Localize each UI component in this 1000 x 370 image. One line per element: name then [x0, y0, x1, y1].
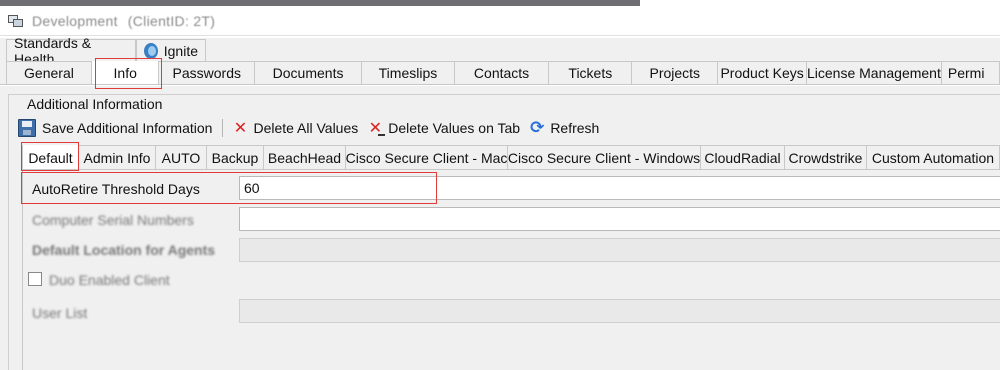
tab-label: BeachHead	[267, 149, 342, 166]
tab-documents[interactable]: Documents	[255, 61, 363, 84]
tab-label: Info	[113, 65, 137, 81]
sub-tab-row: Default Admin Info AUTO Backup BeachHead…	[22, 145, 1000, 170]
window-title-name: Development	[32, 12, 118, 29]
title-bar: Development (ClientID: 2T)	[0, 6, 1000, 36]
autoretire-value: 60	[244, 180, 260, 196]
tab-label: Passwords	[172, 65, 241, 81]
user-list-label: User List	[32, 305, 88, 321]
tab-default[interactable]: Default	[22, 145, 79, 169]
tab-cisco-windows[interactable]: Cisco Secure Client - Windows	[508, 145, 701, 169]
autoretire-threshold-input[interactable]: 60	[239, 176, 1000, 200]
group-label: Additional Information	[25, 96, 165, 112]
tab-label: Timeslips	[378, 65, 438, 81]
tab-passwords[interactable]: Passwords	[159, 61, 256, 84]
delete-icon: ✕	[233, 120, 248, 137]
tab-label: AUTO	[161, 149, 201, 166]
refresh-label: Refresh	[550, 120, 600, 136]
tab-standards-health[interactable]: Standards & Health	[6, 35, 136, 67]
delete-tab-icon: ✕	[368, 120, 386, 137]
tab-permissions[interactable]: Permi	[941, 61, 1000, 84]
tab-label: Default	[28, 149, 73, 166]
save-icon	[18, 119, 36, 137]
tab-tickets[interactable]: Tickets	[549, 61, 633, 84]
tab-timeslips[interactable]: Timeslips	[362, 61, 455, 84]
tab-cloudradial[interactable]: CloudRadial	[701, 145, 785, 169]
duo-enabled-label: Duo Enabled Client	[49, 272, 170, 288]
tab-label: Documents	[272, 65, 344, 81]
window-title: Development (ClientID: 2T)	[32, 13, 215, 29]
globe-icon	[144, 42, 158, 59]
delete-values-on-tab-button[interactable]: ✕ Delete Values on Tab	[368, 118, 521, 138]
tab-admin-info[interactable]: Admin Info	[79, 145, 156, 169]
serial-numbers-input[interactable]	[239, 207, 1000, 231]
tab-label: Backup	[211, 149, 259, 166]
window-client-id: (ClientID: 2T)	[127, 12, 216, 29]
tab-product-keys[interactable]: Product Keys	[718, 61, 807, 84]
user-list-input[interactable]	[239, 299, 1000, 323]
tab-label: Permi	[947, 65, 985, 81]
tab-ignite[interactable]: Ignite	[136, 39, 206, 61]
tab-label: Cisco Secure Client - Windows	[507, 149, 701, 166]
form-panel: AutoRetire Threshold Days 60 Computer Se…	[22, 171, 1000, 370]
refresh-icon: ⟳	[530, 118, 545, 137]
autoretire-label: AutoRetire Threshold Days	[32, 181, 200, 197]
tab-label: Admin Info	[83, 149, 151, 166]
tab-label: Tickets	[568, 65, 613, 81]
delete-tab-label: Delete Values on Tab	[388, 120, 521, 136]
tab-info[interactable]: Info	[91, 61, 160, 84]
default-location-select[interactable]	[239, 238, 1000, 262]
tab-projects[interactable]: Projects	[632, 61, 719, 84]
tab-label: Ignite	[163, 42, 198, 59]
refresh-button[interactable]: ⟳ Refresh	[530, 118, 599, 138]
tab-general[interactable]: General	[6, 61, 92, 84]
tab-label: Custom Automation	[871, 149, 995, 166]
serial-numbers-label: Computer Serial Numbers	[32, 212, 194, 228]
tab-label: CloudRadial	[704, 149, 781, 166]
toolbar: Save Additional Information ✕ Delete All…	[18, 117, 609, 139]
save-additional-info-button[interactable]: Save Additional Information	[18, 119, 212, 137]
delete-all-values-button[interactable]: ✕ Delete All Values	[233, 118, 359, 138]
computer-icon	[8, 13, 24, 29]
tab-label: Crowdstrike	[788, 149, 863, 166]
duo-enabled-checkbox[interactable]	[28, 272, 42, 286]
tab-label: Projects	[649, 65, 701, 81]
tab-license-management[interactable]: License Management	[807, 61, 942, 84]
main-tab-row: General Info Passwords Documents Timesli…	[0, 61, 1000, 85]
tab-label: Product Keys	[720, 65, 804, 81]
toolbar-separator	[222, 119, 224, 137]
tab-contacts[interactable]: Contacts	[454, 61, 550, 84]
tab-label: Contacts	[473, 65, 530, 81]
tab-cisco-mac[interactable]: Cisco Secure Client - Mac	[346, 145, 508, 169]
default-location-label: Default Location for Agents	[32, 242, 216, 258]
tab-backup[interactable]: Backup	[207, 145, 264, 169]
tab-custom-automation[interactable]: Custom Automation	[867, 145, 1000, 169]
tab-label: Cisco Secure Client - Mac	[345, 149, 508, 166]
tab-label: General	[24, 65, 74, 81]
tab-auto[interactable]: AUTO	[156, 145, 207, 169]
save-label: Save Additional Information	[42, 120, 213, 136]
tab-beachhead[interactable]: BeachHead	[264, 145, 346, 169]
tab-crowdstrike[interactable]: Crowdstrike	[785, 145, 867, 169]
delete-all-label: Delete All Values	[253, 120, 359, 136]
top-tab-row: Standards & Health Ignite	[0, 35, 1000, 67]
tab-label: License Management	[807, 65, 941, 81]
